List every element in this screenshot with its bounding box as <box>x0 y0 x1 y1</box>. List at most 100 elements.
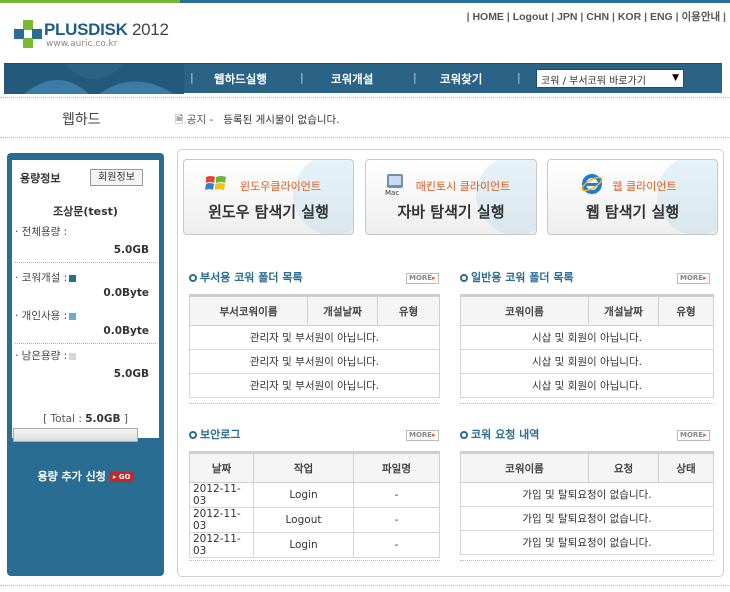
web-explorer-title: 웹 탐색기 실행 <box>585 203 680 221</box>
cowork-shortcut-value: 코워 / 부서코워 바로가기 <box>541 76 646 87</box>
windows-client-label: 윈도우클라이언트 <box>240 180 321 193</box>
nav-webhard-run[interactable]: 웹하드실행 <box>214 71 267 87</box>
empty-row-text: 가입 및 탈퇴요청이 없습니다. <box>460 482 714 507</box>
top-link-jpn[interactable]: JPN <box>557 11 577 23</box>
log-date: 2012-11-03 <box>189 482 254 508</box>
top-link-guide[interactable]: 이용안내 <box>682 11 721 23</box>
empty-row-text: 시삽 및 회원이 아닙니다. <box>460 373 714 398</box>
mac-client-label: 매킨토시 클라이언트 <box>415 180 511 193</box>
cowork-usage-value: 0.0Byte <box>103 287 149 299</box>
logo-brand: PLUSDISK 2012 <box>44 20 169 39</box>
notice-bar: 🗎 공지 - 등록된 게시물이 없습니다. <box>175 112 340 130</box>
capacity-sidebar: 용량정보 회원정보 조상문(test) · 전체용량 : 5.0GB · 코워개… <box>7 153 164 576</box>
web-client-label: 웹 클라이언트 <box>612 180 677 193</box>
user-name: 조상문(test) <box>53 205 118 218</box>
go-button[interactable]: ▸ GO <box>109 472 134 482</box>
cowork-legend-swatch <box>69 274 77 282</box>
launcher-background-decoration <box>476 160 536 234</box>
web-explorer-launcher[interactable]: 웹 클라이언트 웹 탐색기 실행 <box>547 159 718 235</box>
divider <box>15 343 156 344</box>
dept-folders-more-button[interactable]: MORE▸ <box>406 273 439 284</box>
table-row: 관리자 및 부서원이 아닙니다. <box>189 373 440 398</box>
column-header[interactable]: 코워이름 <box>460 451 589 483</box>
top-links: | HOME | Logout | JPN | CHN | KOR | ENG … <box>466 11 726 23</box>
top-link-eng[interactable]: ENG <box>650 11 673 23</box>
empty-row-text: 시삽 및 회원이 아닙니다. <box>460 349 714 374</box>
dept-folders-table: 부서코워이름 개설날짜 유형 관리자 및 부서원이 아닙니다. 관리자 및 부서… <box>189 294 440 398</box>
empty-row-text: 가입 및 탈퇴요청이 없습니다. <box>460 530 714 555</box>
personal-usage-label: · 개인사용 : <box>15 308 77 323</box>
cowork-requests-table: 코워이름 요청 상태 가입 및 탈퇴요청이 없습니다. 가입 및 탈퇴요청이 없… <box>460 451 714 555</box>
column-header[interactable]: 요청 <box>588 451 659 483</box>
windows-explorer-title: 윈도우 탐색기 실행 <box>208 203 329 221</box>
table-row: 시삽 및 회원이 아닙니다. <box>460 373 714 398</box>
top-link-chn[interactable]: CHN <box>586 11 609 23</box>
total-capacity-value: 5.0GB <box>113 244 149 256</box>
column-header[interactable]: 코워이름 <box>460 294 589 326</box>
cowork-shortcut-select[interactable]: 코워 / 부서코워 바로가기 ▼ <box>536 69 684 88</box>
nav-separator: | <box>190 71 194 84</box>
nav-decoration <box>4 64 184 94</box>
table-row: 가입 및 탈퇴요청이 없습니다. <box>460 530 714 555</box>
divider <box>460 403 714 404</box>
column-header[interactable]: 파일명 <box>353 451 440 483</box>
launcher-background-decoration <box>657 160 717 234</box>
column-header[interactable]: 유형 <box>377 294 440 326</box>
cowork-requests-more-button[interactable]: MORE▸ <box>677 430 710 441</box>
table-row: 가입 및 탈퇴요청이 없습니다. <box>460 482 714 507</box>
remaining-legend-swatch <box>69 352 77 360</box>
column-header[interactable]: 개설날짜 <box>588 294 659 326</box>
security-log-more-button[interactable]: MORE▸ <box>406 430 439 441</box>
table-row: 관리자 및 부서원이 아닙니다. <box>189 325 440 350</box>
dept-folders-title: 부서용 코워 폴더 목록 <box>189 269 303 285</box>
nav-separator: | <box>517 71 521 84</box>
plusdisk-logo-icon <box>14 20 42 48</box>
notice-text[interactable]: 등록된 게시물이 없습니다. <box>223 114 339 126</box>
logo-url: www.auric.co.kr <box>46 39 118 49</box>
general-folders-title: 일반용 코워 폴더 목록 <box>460 269 574 285</box>
column-header[interactable]: 날짜 <box>189 451 254 483</box>
nav-cowork-create[interactable]: 코워개설 <box>331 71 373 87</box>
column-header[interactable]: 작업 <box>253 451 354 483</box>
log-file: - <box>353 532 440 558</box>
empty-row-text: 관리자 및 부서원이 아닙니다. <box>189 349 440 374</box>
table-row: 2012-11-03 Login - <box>189 482 440 508</box>
column-header[interactable]: 부서코워이름 <box>189 294 308 326</box>
divider <box>15 262 156 263</box>
capacity-usage-bar <box>13 428 138 442</box>
divider <box>0 585 730 586</box>
nav-cowork-find[interactable]: 코워찾기 <box>440 71 482 87</box>
java-explorer-title: 자바 탐색기 실행 <box>397 203 505 221</box>
log-date: 2012-11-03 <box>189 532 254 558</box>
column-header[interactable]: 개설날짜 <box>307 294 378 326</box>
cowork-usage-label: · 코워개설 : <box>15 270 77 285</box>
top-accent-line-green <box>0 0 180 3</box>
column-header[interactable]: 유형 <box>658 294 714 326</box>
empty-row-text: 가입 및 탈퇴요청이 없습니다. <box>460 506 714 531</box>
top-link-kor[interactable]: KOR <box>618 11 641 23</box>
total-summary: [ Total : 5.0GB ] <box>43 413 128 425</box>
column-header[interactable]: 상태 <box>658 451 714 483</box>
logo[interactable]: PLUSDISK 2012 www.auric.co.kr <box>14 20 174 50</box>
table-row: 시삽 및 회원이 아닙니다. <box>460 325 714 350</box>
java-explorer-launcher[interactable]: Mac 매킨토시 클라이언트 자바 탐색기 실행 <box>365 159 537 235</box>
capacity-add-request[interactable]: 용량 추가 신청 ▸ GO <box>7 468 164 484</box>
table-row: 시삽 및 회원이 아닙니다. <box>460 349 714 374</box>
page-title: 웹하드 <box>62 112 101 128</box>
divider <box>0 137 730 138</box>
general-folders-more-button[interactable]: MORE▸ <box>677 273 710 284</box>
circle-bullet-icon <box>189 274 197 282</box>
circle-bullet-icon <box>460 431 468 439</box>
windows-explorer-launcher[interactable]: 윈도우클라이언트 윈도우 탐색기 실행 <box>183 159 354 235</box>
table-row: 관리자 및 부서원이 아닙니다. <box>189 349 440 374</box>
top-link-logout[interactable]: Logout <box>513 11 549 23</box>
nav-separator: | <box>413 71 417 84</box>
member-info-button[interactable]: 회원정보 <box>90 169 143 186</box>
divider <box>0 97 730 98</box>
total-capacity-label: · 전체용량 : <box>15 226 68 238</box>
notice-label: 공지 - <box>186 114 214 126</box>
capacity-panel: 용량정보 회원정보 조상문(test) · 전체용량 : 5.0GB · 코워개… <box>12 160 159 438</box>
top-link-home[interactable]: HOME <box>472 11 504 23</box>
empty-row-text: 시삽 및 회원이 아닙니다. <box>460 325 714 350</box>
security-log-table: 날짜 작업 파일명 2012-11-03 Login - 2012-11-03 … <box>189 451 440 558</box>
